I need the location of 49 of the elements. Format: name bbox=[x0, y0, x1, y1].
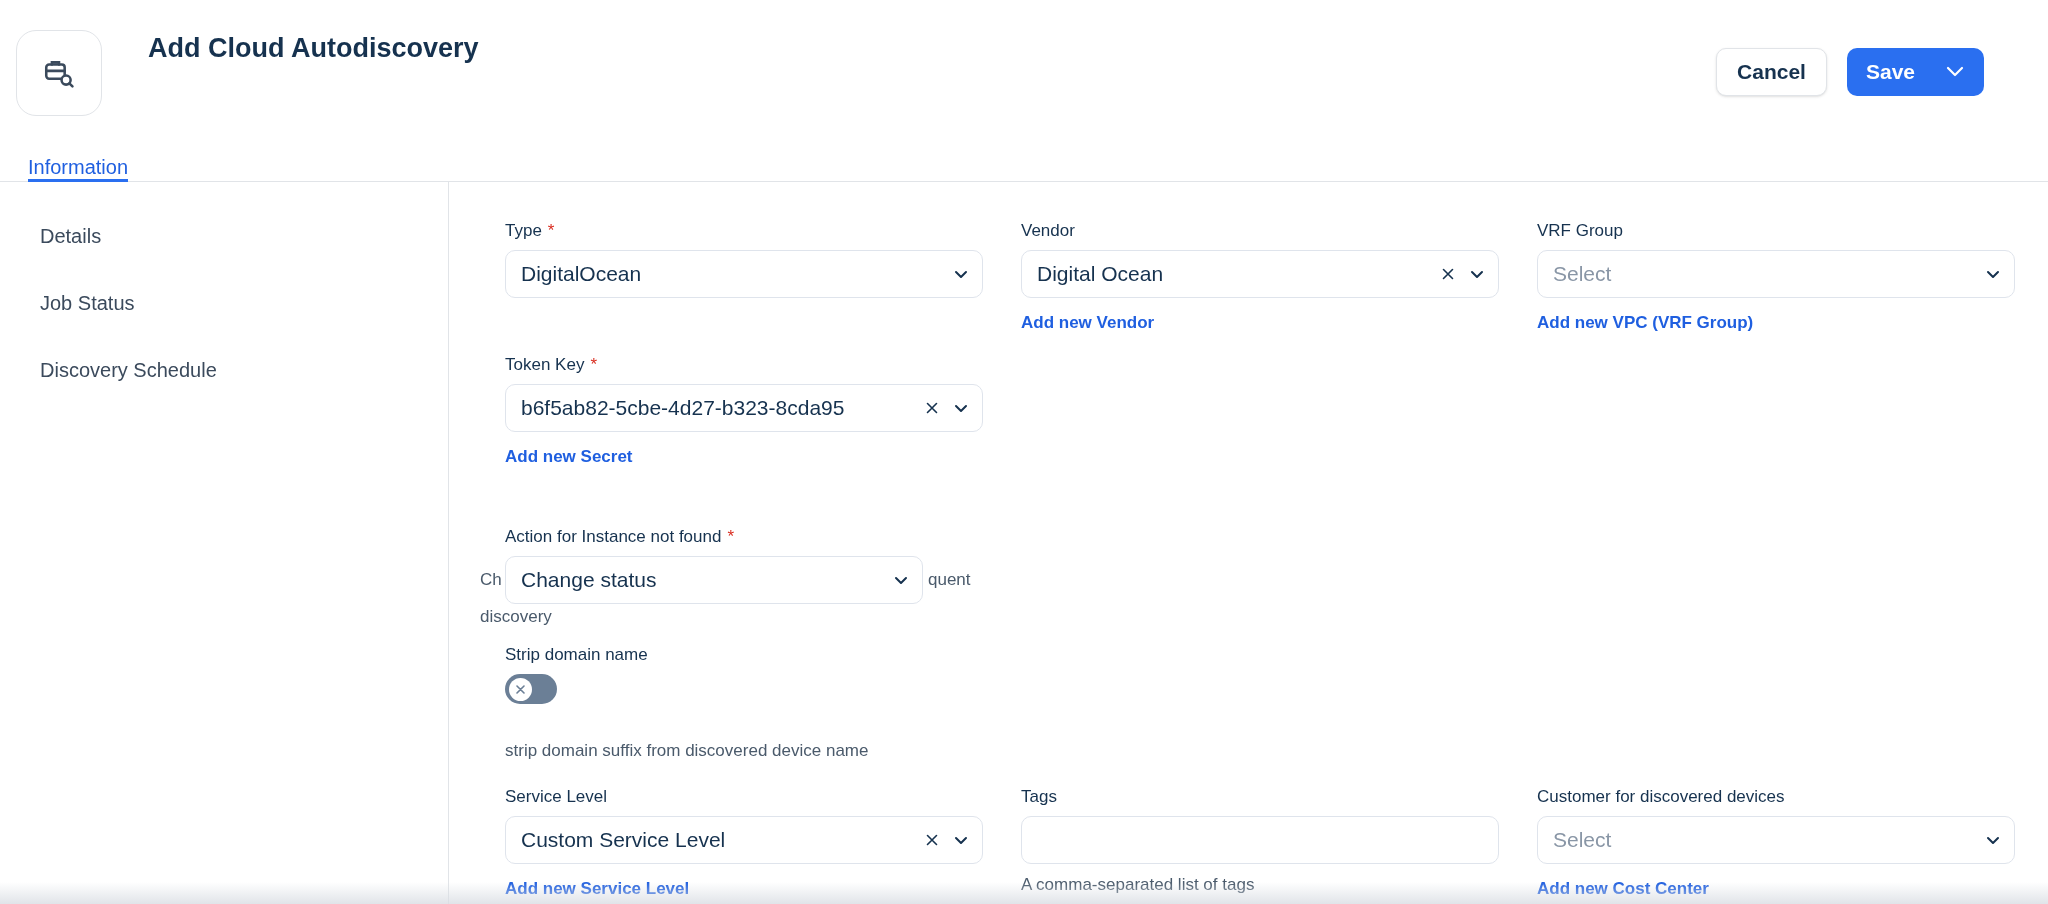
chevron-down-icon bbox=[1986, 835, 2000, 845]
help-text: A comma-separated list of tags bbox=[1021, 874, 1255, 896]
clear-icon bbox=[926, 834, 938, 846]
add-link[interactable]: Add new Secret bbox=[505, 444, 633, 470]
tags-field[interactable] bbox=[1021, 816, 1499, 864]
chevron-down-icon bbox=[954, 269, 968, 279]
select-field[interactable]: Custom Service Level bbox=[505, 816, 983, 864]
add-link[interactable]: Add new Cost Center bbox=[1537, 876, 1709, 902]
add-link[interactable]: Add new Service Level bbox=[505, 876, 690, 902]
add-link[interactable]: Add new VPC (VRF Group) bbox=[1537, 310, 1754, 336]
sidebar-item[interactable]: Discovery Schedule bbox=[40, 358, 448, 382]
field-label: Tags bbox=[1021, 786, 1057, 808]
required-mark: * bbox=[590, 354, 597, 376]
select-field[interactable]: b6f5ab82-5cbe-4d27-b323-8cda95 bbox=[505, 384, 983, 432]
cancel-button[interactable]: Cancel bbox=[1716, 48, 1827, 96]
page-icon bbox=[16, 30, 102, 116]
select-field[interactable]: Digital Ocean bbox=[1021, 250, 1499, 298]
sidebar-item[interactable]: Details bbox=[40, 224, 448, 248]
chevron-down-icon bbox=[954, 835, 968, 845]
page-title: Add Cloud Autodiscovery bbox=[148, 32, 479, 65]
field-label: Service Level bbox=[505, 786, 608, 808]
field-label: Type bbox=[505, 220, 542, 242]
field-label: Vendor bbox=[1021, 220, 1075, 242]
field-label: Strip domain name bbox=[505, 644, 648, 666]
close-icon bbox=[516, 684, 525, 694]
clear-icon bbox=[1442, 268, 1454, 280]
help-text: strip domain suffix from discovered device name bbox=[505, 740, 869, 762]
field-label: Customer for discovered devices bbox=[1537, 786, 1785, 808]
chevron-down-icon bbox=[954, 403, 968, 413]
help-text: Ch bbox=[480, 569, 502, 591]
save-button[interactable]: Save bbox=[1847, 48, 1984, 96]
add-link[interactable]: Add new Vendor bbox=[1021, 310, 1155, 336]
help-text: quent bbox=[928, 569, 971, 591]
select-field[interactable]: DigitalOcean bbox=[505, 250, 983, 298]
field-label: Token Key bbox=[505, 354, 585, 376]
chevron-down-icon bbox=[1986, 269, 2000, 279]
caret-icon bbox=[1946, 66, 1964, 78]
help-text: discovery bbox=[480, 606, 552, 628]
chevron-down-icon bbox=[894, 575, 908, 585]
sidebar-item[interactable]: Job Status bbox=[40, 291, 448, 315]
toggle-switch[interactable] bbox=[505, 674, 557, 704]
field-label: VRF Group bbox=[1537, 220, 1623, 242]
clear-icon bbox=[926, 402, 938, 414]
select-field[interactable]: Change status bbox=[505, 556, 923, 604]
required-mark: * bbox=[727, 526, 735, 548]
tab[interactable]: Information bbox=[28, 148, 129, 182]
required-mark: * bbox=[547, 220, 555, 242]
chevron-down-icon bbox=[1470, 269, 1484, 279]
field-label: Action for Instance not found bbox=[505, 526, 722, 548]
